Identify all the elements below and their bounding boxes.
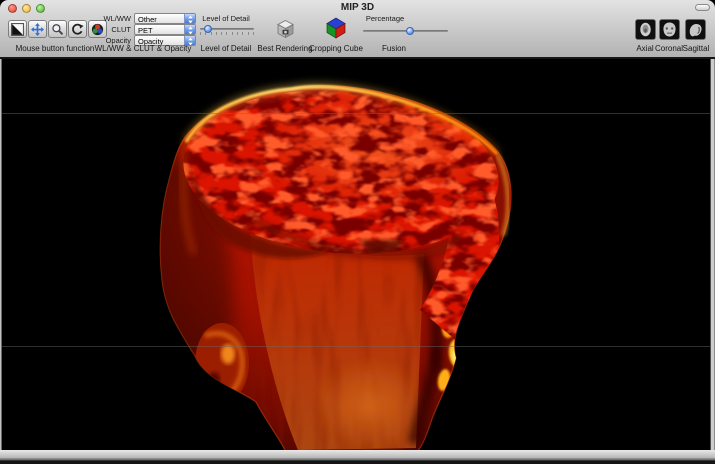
sagittal-slice-icon: [686, 20, 705, 39]
wlww-row: WL/WW Other: [100, 13, 196, 24]
best-rendering-button[interactable]: [276, 19, 295, 39]
axial-slice-icon: [636, 20, 655, 39]
window-frame-left: [0, 58, 2, 450]
clut-popup-value: PET: [138, 26, 153, 35]
rotate-tool-button[interactable]: [68, 20, 87, 38]
wlww-label: WL/WW: [104, 14, 132, 23]
scanline: [0, 346, 715, 347]
lod-slider-ticks: [200, 32, 254, 35]
rotate-icon: [71, 23, 84, 36]
head-volume-rendering: [0, 58, 715, 450]
popup-arrows-icon: [184, 14, 195, 23]
lod-slider-label: Level of Detail: [202, 14, 250, 23]
magnifier-icon: [51, 23, 64, 36]
mouse-group-label: Mouse button function: [16, 44, 95, 53]
clut-row: CLUT PET: [100, 24, 196, 35]
axial-view-label: Axial: [636, 44, 653, 53]
fusion-slider-track[interactable]: [363, 30, 448, 32]
wlww-popup-value: Other: [138, 15, 157, 24]
coronal-slice-icon: [660, 20, 679, 39]
cropping-cube-label: Cropping Cube: [309, 44, 363, 53]
pan-arrows-icon: [31, 23, 44, 36]
wlww-contrast-tool-button[interactable]: [8, 20, 27, 38]
rgb-cube-icon: [325, 16, 347, 40]
mouse-tool-group: [8, 20, 107, 38]
fusion-group-label: Fusion: [382, 44, 406, 53]
pan-tool-button[interactable]: [28, 20, 47, 38]
window-title: MIP 3D: [0, 2, 715, 13]
cropping-cube-button[interactable]: [325, 16, 347, 40]
sagittal-view-button[interactable]: [685, 19, 706, 40]
lod-group-label: Level of Detail: [201, 44, 252, 53]
wlww-contrast-icon: [11, 23, 24, 36]
lod-slider-track[interactable]: [200, 28, 254, 30]
mip3d-window: MIP 3D: [0, 0, 715, 464]
axial-view-button[interactable]: [635, 19, 656, 40]
sagittal-view-label: Sagittal: [683, 44, 710, 53]
volume-render-canvas[interactable]: [0, 58, 715, 450]
fusion-slider-thumb[interactable]: [406, 27, 414, 35]
clut-popup[interactable]: PET: [134, 24, 196, 35]
fusion-slider-label: Percentage: [366, 14, 404, 23]
toolbar-toggle-pill[interactable]: [695, 4, 710, 11]
window-frame-bottom: [0, 450, 715, 464]
wlww-popup[interactable]: Other: [134, 13, 196, 24]
scanline: [0, 113, 715, 114]
coronal-view-label: Coronal: [655, 44, 683, 53]
window-frame-right: [710, 58, 715, 450]
render-cube-icon: [276, 19, 295, 39]
popup-arrows-icon: [184, 25, 195, 34]
screenshot-stage: MIP 3D: [0, 0, 715, 464]
wlww-group-label: WL/WW & CLUT & Opacity: [95, 44, 192, 53]
coronal-view-button[interactable]: [659, 19, 680, 40]
window-chrome: MIP 3D: [0, 0, 715, 58]
zoom-tool-button[interactable]: [48, 20, 67, 38]
best-rendering-label: Best Rendering: [257, 44, 312, 53]
clut-label: CLUT: [111, 25, 131, 34]
